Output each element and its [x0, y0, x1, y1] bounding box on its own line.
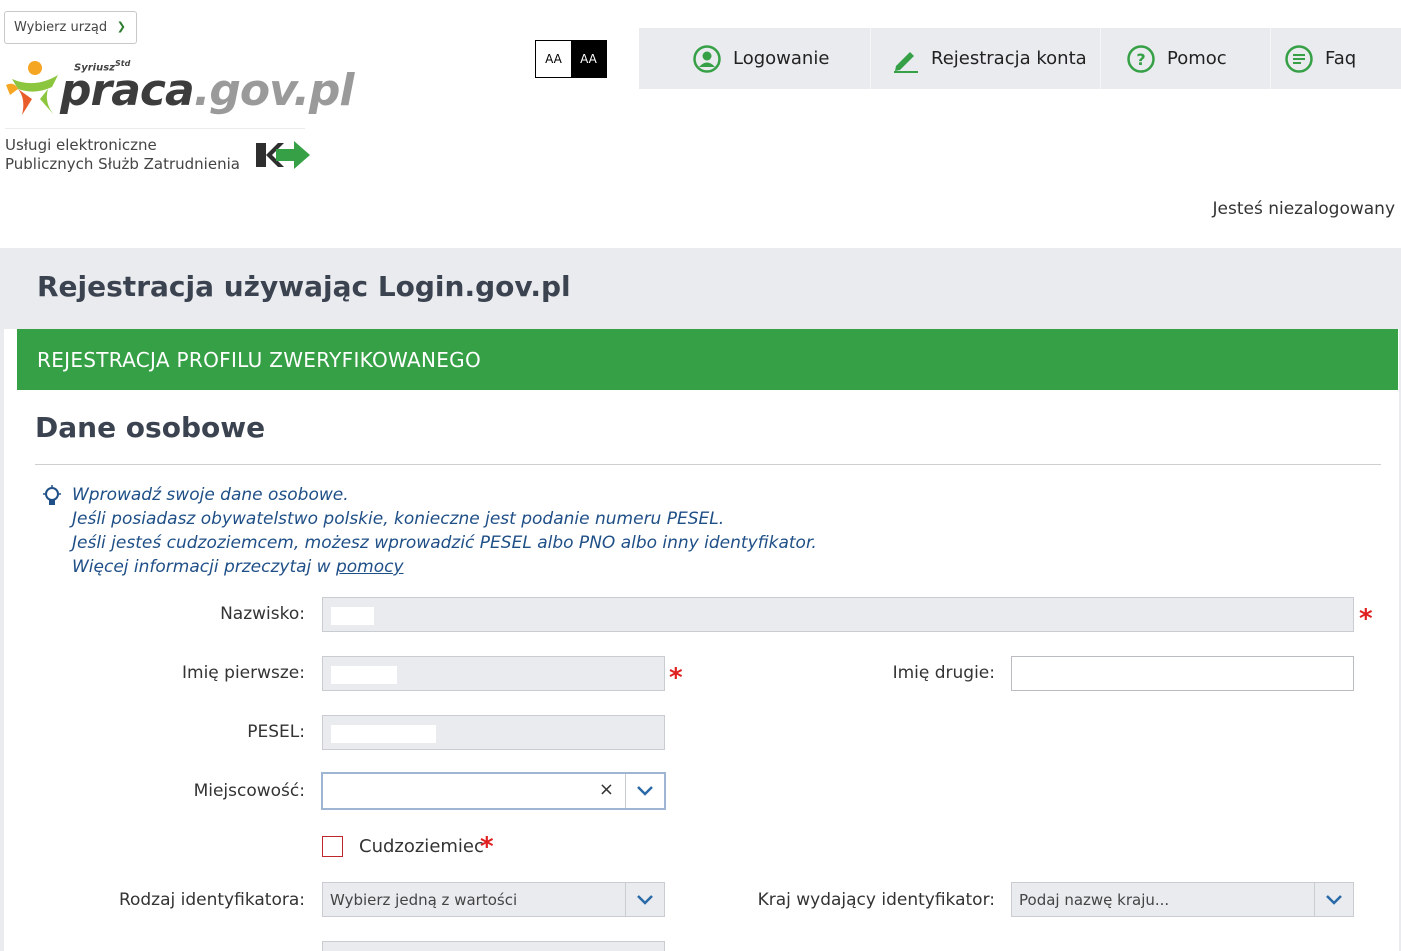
id-country-dropdown-toggle[interactable]: [1314, 883, 1353, 916]
logo-text: praca.gov.pl: [60, 65, 354, 116]
nav-login[interactable]: Logowanie: [639, 28, 871, 89]
first-name-input[interactable]: [322, 656, 665, 691]
identifier-input[interactable]: [322, 941, 665, 951]
pesel-value-masked: [331, 725, 436, 743]
question-circle-icon: ?: [1127, 44, 1155, 73]
section-title: Dane osobowe: [35, 411, 266, 444]
city-combobox[interactable]: ×: [321, 772, 666, 810]
first-name-required-mark: *: [669, 663, 683, 693]
id-type-label: Rodzaj identyfikatora:: [118, 890, 305, 910]
id-type-select[interactable]: Wybierz jedną z wartości: [322, 882, 665, 917]
nav-help-label: Pomoc: [1167, 48, 1227, 69]
chevron-down-icon: [1326, 894, 1342, 905]
top-navigation: Logowanie Rejestracja konta ? Pomoc Faq: [639, 28, 1401, 89]
id-country-select[interactable]: Podaj nazwę kraju...: [1011, 882, 1354, 917]
chevron-right-icon: ❯: [116, 20, 126, 33]
pencil-icon: [894, 51, 918, 73]
surname-value-masked: [331, 607, 374, 625]
foreigner-label: Cudzoziemiec: [359, 836, 484, 857]
id-type-dropdown-toggle[interactable]: [625, 883, 664, 916]
pss-logo-icon: [256, 141, 310, 169]
hint-line-1: Wprowadź swoje dane osobowe.: [72, 485, 349, 505]
logo-divider: [5, 128, 305, 129]
id-country-placeholder: Podaj nazwę kraju...: [1019, 891, 1170, 909]
login-status: Jesteś niezalogowany: [1212, 199, 1395, 219]
chat-icon: [1285, 44, 1313, 73]
chevron-down-icon: [637, 894, 653, 905]
nav-register-label: Rejestracja konta: [931, 48, 1087, 69]
pesel-input[interactable]: [322, 715, 665, 750]
hint-line-2: Jeśli posiadasz obywatelstwo polskie, ko…: [72, 509, 725, 529]
chevron-down-icon: [637, 786, 653, 796]
font-normal-button[interactable]: AA: [536, 41, 571, 77]
nav-help[interactable]: ? Pomoc: [1101, 28, 1271, 89]
select-office-button[interactable]: Wybierz urząd ❯: [4, 11, 137, 44]
section-divider: [35, 464, 1381, 465]
lightbulb-icon: [43, 485, 61, 505]
nav-login-label: Logowanie: [733, 48, 830, 69]
services-caption: Usługi elektroniczne Publicznych Służb Z…: [5, 136, 240, 173]
first-name-value-masked: [331, 666, 397, 684]
card-header: REJESTRACJA PROFILU ZWERYFIKOWANEGO: [17, 329, 1398, 390]
clear-icon[interactable]: ×: [599, 779, 614, 800]
info-hint: Wprowadź swoje dane osobowe. Jeśli posia…: [72, 483, 817, 579]
pesel-label: PESEL:: [247, 722, 305, 742]
foreigner-checkbox[interactable]: [322, 836, 343, 857]
second-name-input[interactable]: [1011, 656, 1354, 691]
city-dropdown-toggle[interactable]: [625, 774, 664, 808]
font-size-switch: AA AA: [535, 40, 607, 78]
nav-faq-label: Faq: [1325, 48, 1357, 69]
site-logo[interactable]: SyriuszStd praca.gov.pl: [4, 55, 354, 125]
surname-label: Nazwisko:: [220, 604, 305, 624]
nav-register[interactable]: Rejestracja konta: [871, 28, 1101, 89]
surname-required-mark: *: [1359, 604, 1373, 634]
page-title: Rejestracja używając Login.gov.pl: [37, 270, 571, 303]
city-label: Miejscowość:: [193, 781, 305, 801]
logo-figure-icon: [6, 61, 58, 115]
hint-line-4: Więcej informacji przeczytaj w pomocy: [72, 557, 404, 577]
high-contrast-button[interactable]: AA: [571, 41, 606, 77]
id-country-label: Kraj wydający identyfikator:: [757, 890, 995, 910]
foreigner-required-mark: *: [480, 832, 494, 862]
help-link[interactable]: pomocy: [336, 557, 404, 577]
id-type-placeholder: Wybierz jedną z wartości: [330, 891, 518, 909]
nav-faq[interactable]: Faq: [1271, 28, 1401, 89]
first-name-label: Imię pierwsze:: [182, 663, 305, 683]
surname-input[interactable]: [322, 597, 1354, 632]
svg-text:?: ?: [1136, 50, 1145, 69]
select-office-label: Wybierz urząd: [14, 20, 108, 35]
hint-line-3: Jeśli jesteś cudzoziemcem, możesz wprowa…: [72, 533, 817, 553]
user-circle-icon: [693, 44, 721, 73]
second-name-label: Imię drugie:: [892, 663, 995, 683]
